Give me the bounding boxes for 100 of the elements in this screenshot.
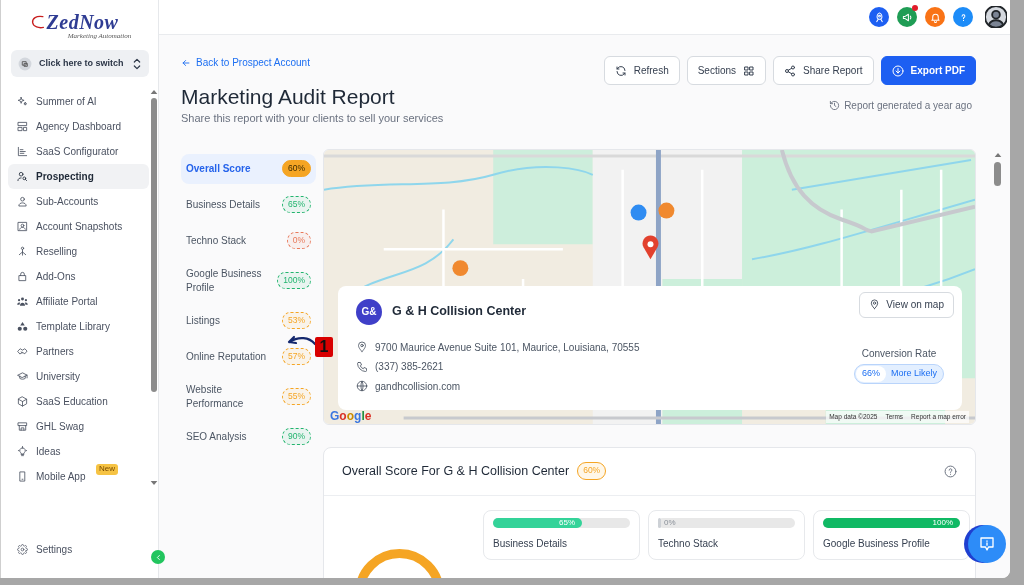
history-icon [829,100,841,111]
business-website: gandhcollision.com [375,379,461,394]
score-nav-item[interactable]: Google Business Profile 100% [181,261,316,300]
business-address: 9700 Maurice Avenue Suite 101, Maurice, Louisiana, 70555 [375,340,640,355]
settings-item[interactable]: Settings [8,537,149,562]
chat-widget-button[interactable] [968,525,1006,563]
sidebar-item[interactable]: Mobile App New [8,464,149,489]
download-icon [891,64,904,77]
sidebar-item[interactable]: Affiliate Portal [8,289,149,314]
avatar-icon [985,6,1007,28]
account-switcher[interactable]: Click here to switch [11,50,149,77]
grid-icon [743,64,756,77]
store-icon [17,421,28,432]
scroll-up-icon [993,152,1002,158]
sidebar-item[interactable]: Template Library [8,314,149,339]
sparkle-icon [17,96,28,107]
category-label: Google Business Profile [823,536,931,551]
chevron-up-down-icon [132,57,142,70]
bell-icon [929,11,941,23]
map-provider-logo: Google [329,409,373,422]
back-link[interactable]: Back to Prospect Account [181,55,310,70]
sidebar-item[interactable]: Ideas [8,439,149,464]
rocket-button[interactable] [869,7,889,27]
refresh-icon [614,64,627,77]
help-button[interactable] [953,7,973,27]
smartphone-icon [17,471,28,482]
collapse-button[interactable] [151,550,165,564]
view-on-map-button[interactable]: View on map [859,291,954,318]
export-pdf-button[interactable]: Export PDF [880,56,976,85]
lock-icon [17,271,28,282]
score-badge: 0% [286,231,311,250]
page-subtitle: Share this report with your clients to sell your services [181,110,444,125]
conversion-likelihood: More Likely [891,367,937,380]
rocket-icon [873,11,885,23]
page-title: Marketing Audit Report [181,83,396,110]
cube-icon [17,396,28,407]
share-icon [784,64,797,77]
scrollbar-thumb[interactable] [994,162,1001,186]
score-nav-item[interactable]: Listings 53% [181,305,316,336]
score-nav-item[interactable]: Overall Score 60% [181,153,316,184]
sidebar-item[interactable]: SaaS Configurator [8,139,149,164]
score-badge: 60% [577,462,607,480]
shapes-icon [17,321,28,332]
score-badge: 100% [277,271,311,290]
sidebar-item[interactable]: Account Snapshots [8,214,149,239]
score-nav-item[interactable]: SEO Analysis 90% [181,421,316,452]
score-nav-item[interactable]: Business Details 65% [181,189,316,220]
sidebar-item[interactable]: GHL Swag [8,414,149,439]
sidebar-item[interactable]: Summer of AI [8,89,149,114]
report-generated-time: Report generated a year ago [844,99,972,113]
score-badge: 90% [282,427,311,446]
sections-button[interactable]: Sections [686,56,767,85]
graduation-cap-icon [17,371,28,382]
score-nav-item[interactable]: Online Reputation 57% [181,341,316,372]
scroll-down-icon [149,480,158,486]
category-label: Business Details [493,536,568,551]
conversion-rate-value: 66% [855,366,886,382]
score-badge: 55% [282,387,311,406]
business-name: G & H Collision Center [392,303,527,321]
sidebar-item[interactable]: Agency Dashboard [8,114,149,139]
logo-wordmark: ZedNow [46,12,119,32]
share-report-button[interactable]: Share Report [773,56,874,85]
portrait-icon [17,221,28,232]
dashboard-icon [17,121,28,132]
gear-icon [17,544,28,555]
list-chart-icon [17,146,28,157]
location-pin-icon [869,299,881,310]
refresh-button[interactable]: Refresh [603,56,680,85]
progress-reading: 65% [559,516,576,529]
score-badge: 53% [282,311,311,330]
score-badge: 57% [282,347,311,366]
new-badge: New [96,464,118,475]
progress-reading: 0% [664,516,676,529]
megaphone-icon [901,11,913,23]
sidebar-item[interactable]: Reselling [8,239,149,264]
group-icon [17,296,28,307]
sidebar-item[interactable]: SaaS Education [8,389,149,414]
sidebar-item[interactable]: Prospecting [8,164,149,189]
sidebar-item[interactable]: University [8,364,149,389]
copy-icon [18,56,32,71]
sidebar-item[interactable]: Partners [8,339,149,364]
score-nav-item[interactable]: Website Performance 55% [181,377,316,416]
help-icon [944,464,957,478]
megaphone-button[interactable] [897,7,917,27]
sidebar-item[interactable]: Add-Ons [8,264,149,289]
link-icon [17,346,28,357]
sidebar-item[interactable]: Sub-Accounts [8,189,149,214]
notifications-button[interactable] [925,7,945,27]
category-label: Techno Stack [658,536,720,551]
phone-icon [356,360,368,373]
chat-info-icon [978,535,996,553]
business-avatar: G& [356,298,382,325]
progress-reading: 100% [932,516,953,529]
score-nav-item[interactable]: Techno Stack 0% [181,225,316,256]
scrollbar-thumb[interactable] [150,98,157,392]
business-phone: (337) 385-2621 [375,360,444,375]
hierarchy-icon [17,246,28,257]
annotation-marker: 1 [315,336,333,357]
scroll-up-icon [149,89,158,95]
score-badge: 65% [282,195,311,214]
